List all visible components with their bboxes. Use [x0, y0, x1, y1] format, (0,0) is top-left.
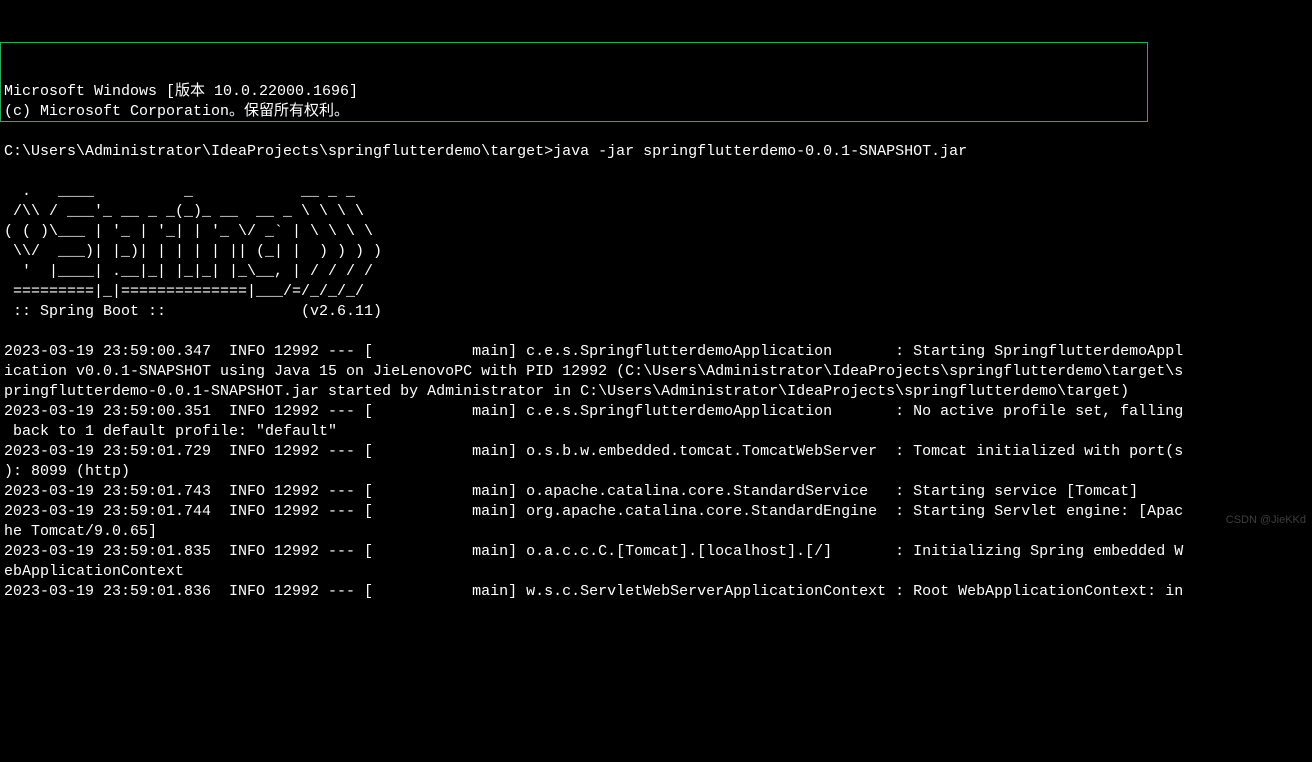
spring-banner-line: /\\ / ___'_ __ _ _(_)_ __ __ _ \ \ \ \	[4, 202, 1308, 222]
log-line: he Tomcat/9.0.65]	[4, 522, 1308, 542]
spring-banner-line: ( ( )\___ | '_ | '_| | '_ \/ _` | \ \ \ …	[4, 222, 1308, 242]
spring-banner-line: =========|_|==============|___/=/_/_/_/	[4, 282, 1308, 302]
log-line: pringflutterdemo-0.0.1-SNAPSHOT.jar star…	[4, 382, 1308, 402]
blank-line	[4, 162, 1308, 182]
log-line: 2023-03-19 23:59:00.351 INFO 12992 --- […	[4, 402, 1308, 422]
log-line: ebApplicationContext	[4, 562, 1308, 582]
log-line: 2023-03-19 23:59:00.347 INFO 12992 --- […	[4, 342, 1308, 362]
spring-banner-line: . ____ _ __ _ _	[4, 182, 1308, 202]
os-header-line: Microsoft Windows [版本 10.0.22000.1696]	[4, 82, 1308, 102]
log-line: 2023-03-19 23:59:01.835 INFO 12992 --- […	[4, 542, 1308, 562]
blank-line	[4, 122, 1308, 142]
prompt-command: java -jar springflutterdemo-0.0.1-SNAPSH…	[553, 143, 967, 160]
log-line: ): 8099 (http)	[4, 462, 1308, 482]
log-line: 2023-03-19 23:59:01.729 INFO 12992 --- […	[4, 442, 1308, 462]
spring-banner-line: \\/ ___)| |_)| | | | | || (_| | ) ) ) )	[4, 242, 1308, 262]
prompt-line[interactable]: C:\Users\Administrator\IdeaProjects\spri…	[4, 142, 1308, 162]
log-line: 2023-03-19 23:59:01.743 INFO 12992 --- […	[4, 482, 1308, 502]
spring-banner-line: :: Spring Boot :: (v2.6.11)	[4, 302, 1308, 322]
log-line: 2023-03-19 23:59:01.836 INFO 12992 --- […	[4, 582, 1308, 602]
spring-banner-line: ' |____| .__|_| |_|_| |_\__, | / / / /	[4, 262, 1308, 282]
log-line: ication v0.0.1-SNAPSHOT using Java 15 on…	[4, 362, 1308, 382]
os-copyright-line: (c) Microsoft Corporation。保留所有权利。	[4, 102, 1308, 122]
watermark-text: CSDN @JieKKd	[1226, 510, 1306, 530]
prompt-cwd: C:\Users\Administrator\IdeaProjects\spri…	[4, 143, 553, 160]
log-line: 2023-03-19 23:59:01.744 INFO 12992 --- […	[4, 502, 1308, 522]
log-line: back to 1 default profile: "default"	[4, 422, 1308, 442]
blank-line	[4, 322, 1308, 342]
